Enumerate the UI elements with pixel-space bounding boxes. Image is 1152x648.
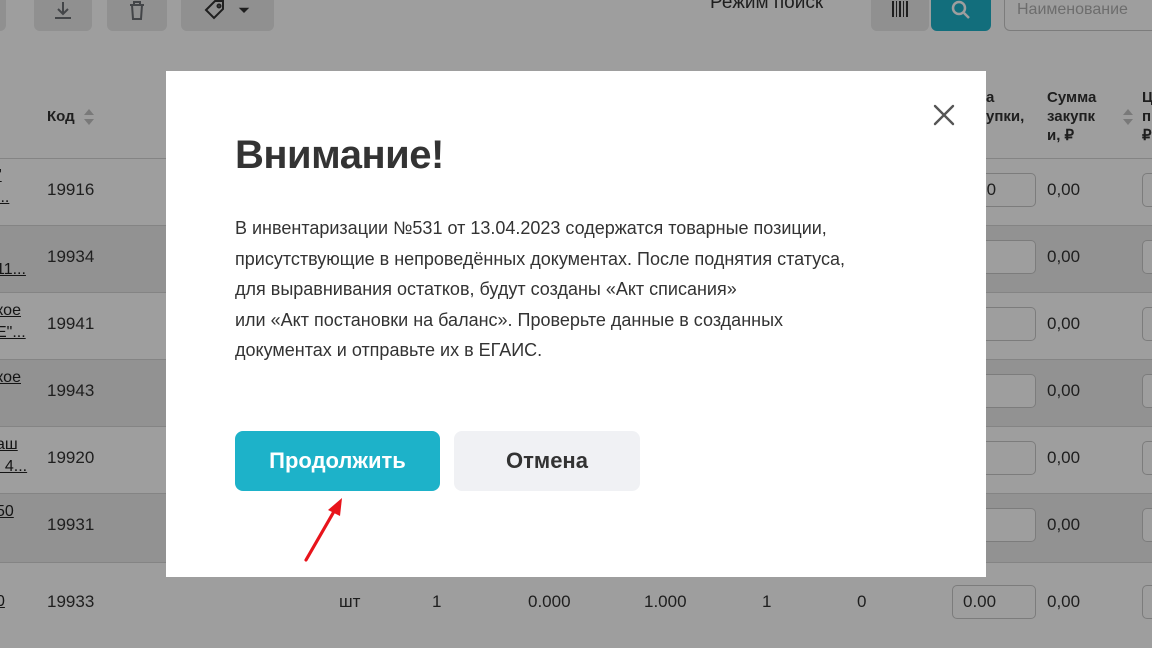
dialog-title: Внимание! bbox=[235, 133, 444, 177]
dialog-message: В инвентаризации №531 от 13.04.2023 соде… bbox=[235, 218, 845, 361]
red-arrow-annotation-icon bbox=[304, 498, 342, 562]
close-icon bbox=[933, 104, 955, 126]
cancel-button[interactable]: Отмена bbox=[454, 431, 640, 491]
attention-dialog: Внимание! В инвентаризации №531 от 13.04… bbox=[166, 71, 986, 577]
continue-button[interactable]: Продолжить bbox=[235, 431, 440, 491]
close-button[interactable] bbox=[928, 99, 960, 131]
